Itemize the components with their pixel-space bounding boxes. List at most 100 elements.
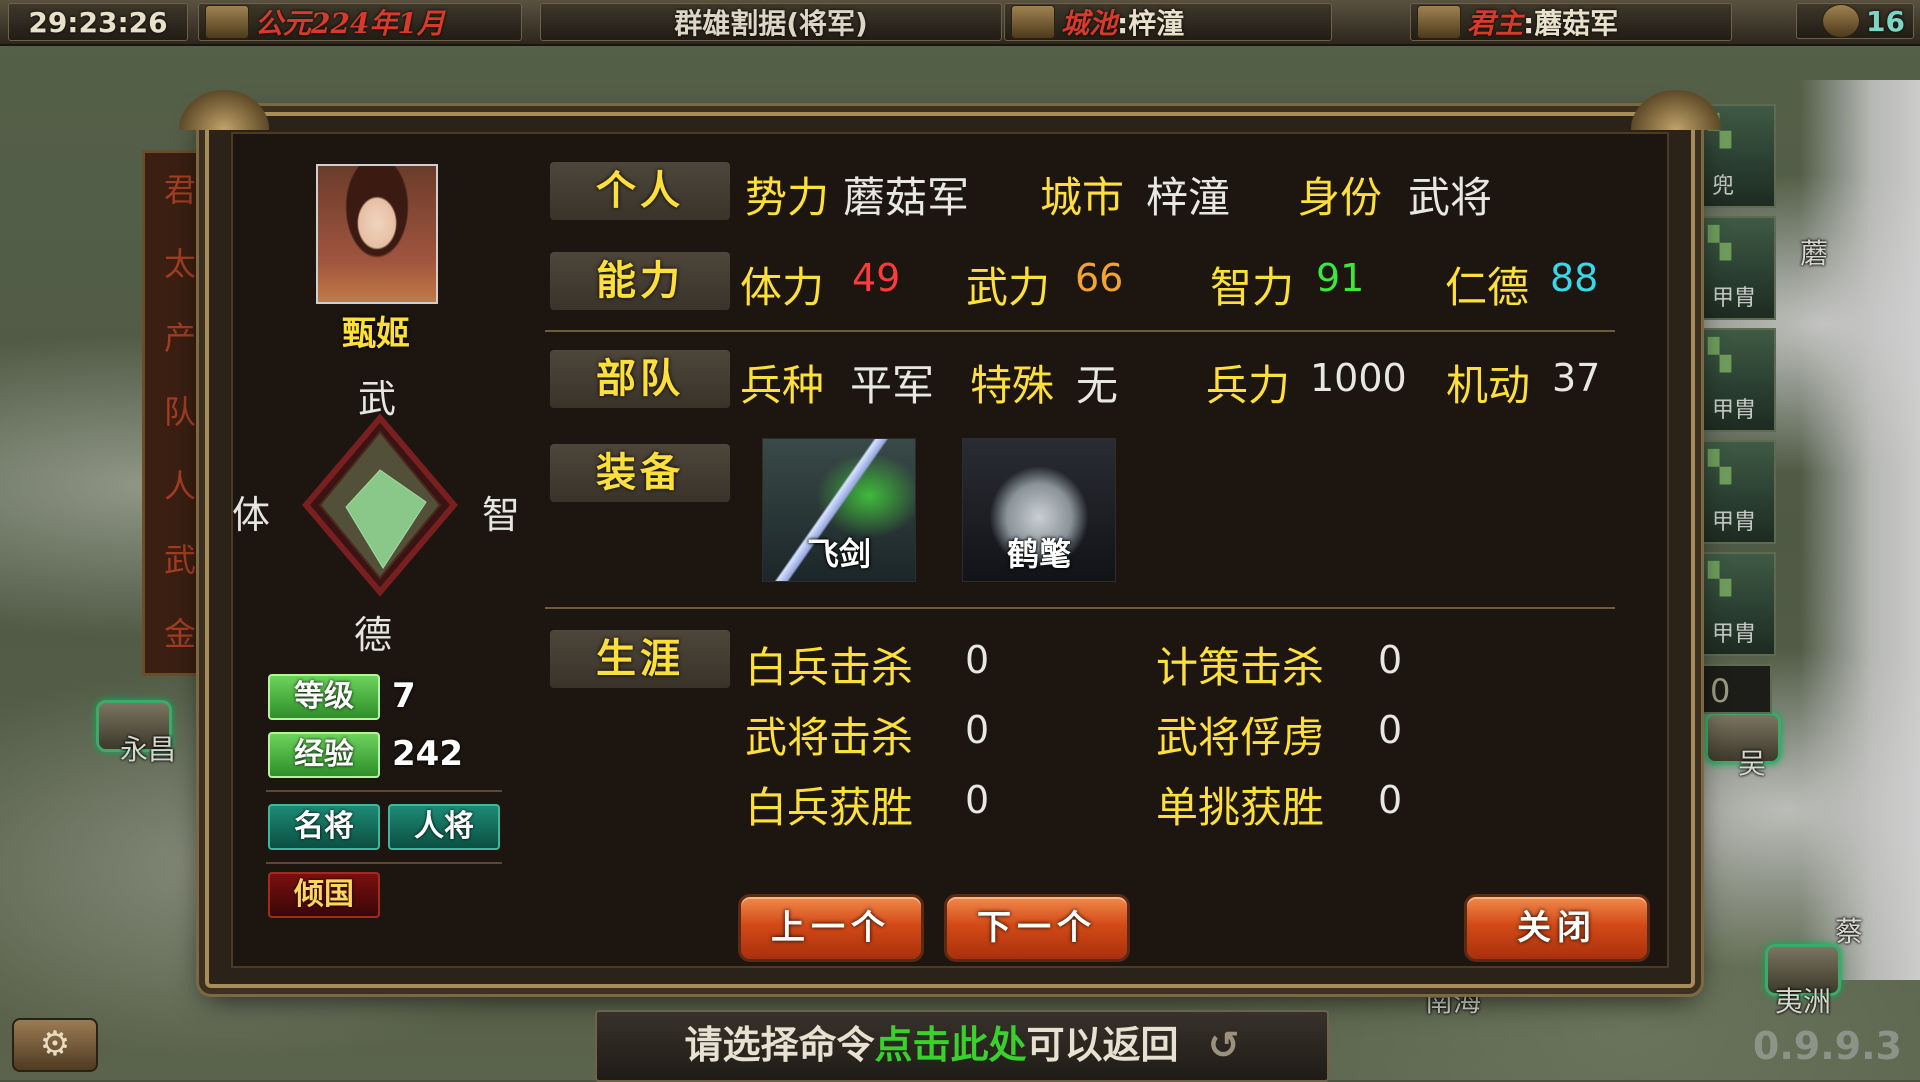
- game-clock: 29:23:26: [8, 3, 188, 41]
- faction-value: 蘑菇军: [843, 173, 970, 222]
- section-title-troops: 部队: [550, 350, 730, 408]
- equip-slot-weapon[interactable]: 飞剑: [762, 438, 916, 582]
- general-name: 甄姬: [342, 314, 410, 354]
- special-skill-badge[interactable]: 倾国: [268, 872, 380, 918]
- scenario-text: 群雄割据(将军): [674, 7, 868, 40]
- career-stat-label: 单挑获胜: [1156, 783, 1325, 832]
- radar-label-virtue: 德: [354, 613, 393, 657]
- career-stat-label: 白兵获胜: [745, 783, 914, 832]
- map-label-yizhou: 夷洲: [1775, 985, 1832, 1018]
- role-label: 身份: [1298, 173, 1383, 222]
- right-strip-slot[interactable]: ▚ 甲胄: [1700, 328, 1776, 432]
- right-strip-slot[interactable]: ▚ 甲胄: [1700, 216, 1776, 320]
- prev-button[interactable]: 上一个: [738, 894, 924, 962]
- virtue-label: 仁德: [1445, 263, 1530, 312]
- command-hint-bar[interactable]: 请选择命令点击此处可以返回 ↺: [595, 1010, 1329, 1082]
- level-badge: 等级: [268, 674, 380, 720]
- left-divider: [266, 790, 502, 792]
- lord-value: :蘑菇军: [1523, 7, 1619, 40]
- equip-name-weapon: 飞剑: [806, 535, 871, 573]
- map-label-mo: 蘑: [1800, 237, 1829, 270]
- section-divider: [545, 607, 1615, 609]
- date-text: 公元224年1月: [255, 7, 445, 40]
- troop-type-label: 兵种: [740, 361, 825, 410]
- right-equipment-strip[interactable]: ▚ 兜 ▚ 甲胄 ▚ 甲胄 ▚ 甲胄 ▚ 甲胄 0: [1700, 104, 1776, 714]
- lord-icon: [1417, 5, 1461, 39]
- stamina-value: 49: [852, 256, 901, 300]
- equip-slot-armor[interactable]: 鹤氅: [962, 438, 1116, 582]
- book-icon: [205, 5, 249, 39]
- section-divider: [545, 330, 1615, 332]
- section-title-personal: 个人: [550, 162, 730, 220]
- left-divider: [266, 862, 502, 864]
- general-portrait: [316, 164, 438, 304]
- right-strip-slot[interactable]: ▚ 甲胄: [1700, 552, 1776, 656]
- corner-ornament-icon: [179, 90, 269, 130]
- ability-radar-chart: [302, 413, 458, 597]
- right-strip-slot[interactable]: ▚ 甲胄: [1700, 440, 1776, 544]
- top-status-bar: 29:23:26 公元224年1月 群雄割据(将军) 城池 :梓潼 君主 :蘑菇…: [0, 0, 1920, 46]
- career-stat-value: 0: [965, 638, 990, 682]
- trait-badge-famous[interactable]: 名将: [268, 804, 380, 850]
- intel-value: 91: [1316, 256, 1365, 300]
- career-stat-label: 计策击杀: [1156, 643, 1325, 692]
- equip-name-armor: 鹤氅: [1006, 535, 1071, 573]
- career-stat-value: 0: [1378, 708, 1403, 752]
- right-strip-count: 0: [1700, 664, 1772, 714]
- command-hint-link[interactable]: 点击此处: [874, 1023, 1026, 1067]
- lord-display[interactable]: 君主 :蘑菇军: [1410, 3, 1732, 41]
- coin-icon: [1822, 4, 1861, 38]
- exp-value: 242: [392, 734, 463, 774]
- troop-mobility-label: 机动: [1446, 361, 1531, 410]
- troop-type-value: 平军: [850, 361, 935, 410]
- lord-label: 君主: [1467, 7, 1524, 40]
- slot-label: 兜: [1712, 174, 1735, 199]
- armor-icon: ▚: [1708, 338, 1732, 373]
- command-hint-prefix: 请选择命令: [684, 1023, 875, 1067]
- map-label-cai: 蔡: [1835, 915, 1864, 948]
- troop-mobility-value: 37: [1552, 356, 1601, 400]
- section-title-equipment: 装备: [550, 444, 730, 502]
- coin-count: 16: [1866, 4, 1905, 38]
- force-label: 武力: [966, 263, 1051, 312]
- return-icon[interactable]: ↺: [1208, 1023, 1240, 1067]
- virtue-value: 88: [1550, 256, 1599, 300]
- career-stat-value: 0: [1378, 778, 1403, 822]
- section-title-ability: 能力: [550, 252, 730, 310]
- city-display[interactable]: 城池 :梓潼: [1004, 3, 1332, 41]
- scenario-title: 群雄割据(将军): [540, 3, 1002, 41]
- gear-icon: ⚙: [39, 1024, 71, 1064]
- career-stat-label: 武将俘虏: [1156, 713, 1325, 762]
- radar-label-stamina: 体: [232, 493, 271, 537]
- career-stat-label: 白兵击杀: [745, 643, 914, 692]
- career-stat-label: 武将击杀: [745, 713, 914, 762]
- settings-button[interactable]: ⚙: [12, 1018, 98, 1072]
- career-stat-value: 0: [965, 778, 990, 822]
- intel-label: 智力: [1210, 263, 1295, 312]
- coin-display[interactable]: 16: [1796, 3, 1914, 39]
- clock-text: 29:23:26: [28, 5, 168, 39]
- stamina-label: 体力: [740, 263, 825, 312]
- exp-badge: 经验: [268, 732, 380, 778]
- career-stat-value: 0: [1378, 638, 1403, 682]
- command-hint-suffix: 可以返回: [1026, 1023, 1179, 1067]
- next-button[interactable]: 下一个: [944, 894, 1130, 962]
- role-value: 武将: [1408, 173, 1493, 222]
- trait-badge-person[interactable]: 人将: [388, 804, 500, 850]
- date-display: 公元224年1月: [198, 3, 522, 41]
- slot-label: 甲胄: [1712, 622, 1757, 647]
- map-label-yongchang: 永昌: [120, 733, 177, 766]
- force-value: 66: [1075, 256, 1124, 300]
- version-text: 0.9.9.3: [1752, 1024, 1902, 1068]
- city-icon: [1011, 5, 1055, 39]
- map-sea: [1800, 80, 1920, 980]
- city-value: 梓潼: [1146, 173, 1231, 222]
- faction-label: 势力: [745, 173, 830, 222]
- troop-strength-label: 兵力: [1206, 361, 1291, 410]
- level-value: 7: [392, 676, 416, 716]
- close-button[interactable]: 关闭: [1464, 894, 1650, 962]
- city-label: 城池: [1061, 7, 1118, 40]
- city-label: 城市: [1040, 173, 1125, 222]
- troop-special-value: 无: [1076, 361, 1119, 410]
- career-stat-value: 0: [965, 708, 990, 752]
